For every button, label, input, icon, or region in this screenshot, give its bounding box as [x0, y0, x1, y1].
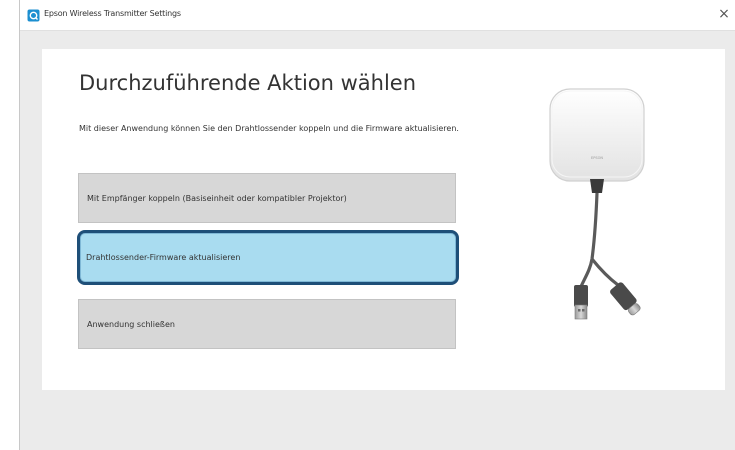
window-title: Epson Wireless Transmitter Settings [44, 9, 181, 18]
update-button-label: Drahtlossender-Firmware aktualisieren [86, 253, 241, 262]
app-icon [27, 9, 40, 22]
pair-with-receiver-button[interactable]: Mit Empfänger koppeln (Basiseinheit oder… [78, 173, 456, 223]
app-window: Epson Wireless Transmitter Settings × Du… [19, 0, 735, 450]
description-text: Mit dieser Anwendung können Sie den Drah… [79, 124, 459, 133]
update-firmware-button[interactable]: Drahtlossender-Firmware aktualisieren [77, 230, 459, 285]
close-app-button-label: Anwendung schließen [87, 319, 175, 329]
title-bar: Epson Wireless Transmitter Settings × [20, 0, 735, 31]
pair-button-label: Mit Empfänger koppeln (Basiseinheit oder… [87, 193, 347, 203]
page-title: Durchzuführende Aktion wählen [79, 71, 417, 95]
main-panel: Durchzuführende Aktion wählen Mit dieser… [42, 49, 725, 390]
wireless-transmitter-illustration: EPSON [549, 88, 645, 320]
close-application-button[interactable]: Anwendung schließen [78, 299, 456, 349]
device-brand-label: EPSON [591, 156, 603, 160]
close-window-button[interactable]: × [714, 4, 734, 24]
